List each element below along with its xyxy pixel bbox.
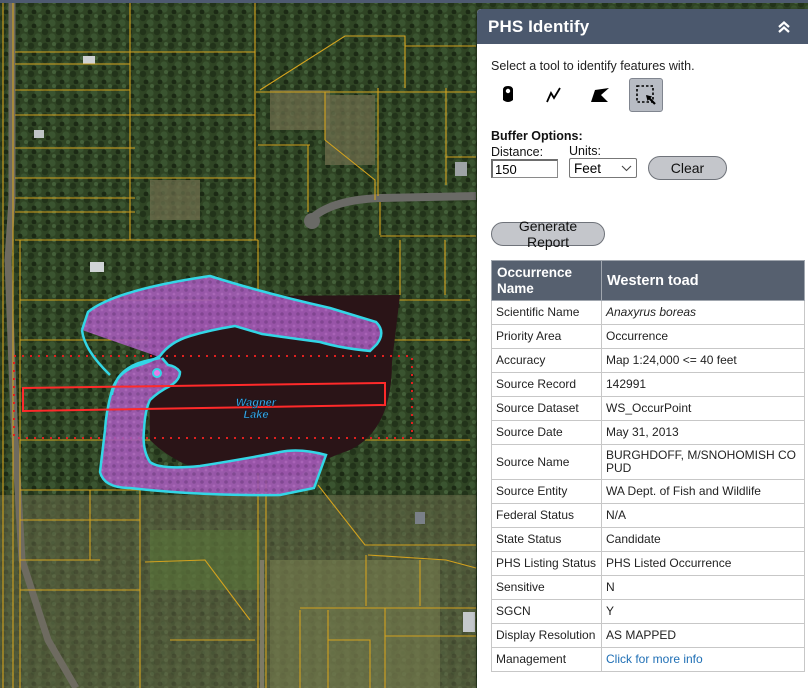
row-value: May 31, 2013 <box>601 420 805 445</box>
polyline-tool-button[interactable] <box>537 78 571 112</box>
table-row: Source Dataset WS_OccurPoint <box>491 396 805 421</box>
identify-tools <box>491 78 808 112</box>
row-value: WS_OccurPoint <box>601 396 805 421</box>
map-building <box>90 262 104 272</box>
rectangle-tool-button[interactable] <box>629 78 663 112</box>
panel-body: Select a tool to identify features with. <box>477 44 808 672</box>
row-label: Source Record <box>491 372 602 397</box>
map-cul-de-sac <box>304 213 320 229</box>
occurrence-point-marker[interactable] <box>152 368 162 378</box>
row-label: State Status <box>491 527 602 552</box>
rectangle-select-icon <box>636 85 656 105</box>
map-building <box>463 612 475 632</box>
table-row: Priority Area Occurrence <box>491 324 805 349</box>
row-label: Scientific Name <box>491 300 602 325</box>
row-value: WA Dept. of Fish and Wildlife <box>601 479 805 504</box>
table-row: Source Entity WA Dept. of Fish and Wildli… <box>491 479 805 504</box>
table-row: Management Click for more info <box>491 647 805 672</box>
row-label: PHS Listing Status <box>491 551 602 576</box>
panel-header: PHS Identify <box>477 9 808 44</box>
header-value: Western toad <box>601 260 805 301</box>
point-marker-icon <box>503 86 513 102</box>
units-selected-value: Feet <box>574 160 602 176</box>
panel-title: PHS Identify <box>488 16 590 36</box>
row-label: Management <box>491 647 602 672</box>
row-value: 142991 <box>601 372 805 397</box>
lake-label-line1: Wagner <box>236 397 277 409</box>
table-row: Accuracy Map 1:24,000 <= 40 feet <box>491 348 805 373</box>
table-row: Scientific Name Anaxyrus boreas <box>491 300 805 325</box>
polygon-icon <box>591 88 609 102</box>
distance-input[interactable] <box>491 159 558 178</box>
table-header-row: Occurrence Name Western toad <box>491 260 805 301</box>
table-row: Source Name BURGHDOFF, M/SNOHOMISH CO PUD <box>491 444 805 480</box>
more-info-link[interactable]: Click for more info <box>606 652 703 666</box>
row-label: Federal Status <box>491 503 602 528</box>
row-label: Accuracy <box>491 348 602 373</box>
distance-label: Distance: <box>491 145 544 159</box>
generate-report-button[interactable]: Generate Report <box>491 218 605 250</box>
table-row: Display Resolution AS MAPPED <box>491 623 805 648</box>
units-field: Units: Feet <box>569 144 637 178</box>
row-value: BURGHDOFF, M/SNOHOMISH CO PUD <box>601 444 805 480</box>
polygon-tool-button[interactable] <box>583 78 617 112</box>
units-select[interactable]: Feet <box>569 158 637 178</box>
row-value: Anaxyrus boreas <box>601 300 805 325</box>
row-value: Map 1:24,000 <= 40 feet <box>601 348 805 373</box>
row-label: Display Resolution <box>491 623 602 648</box>
occurrence-results-table: Occurrence Name Western toad Scientific … <box>491 260 805 672</box>
buffer-options: Distance: Units: Feet Clear <box>491 144 808 180</box>
row-value: Y <box>601 599 805 624</box>
map-clearing <box>325 95 375 165</box>
row-value: AS MAPPED <box>601 623 805 648</box>
table-row: Source Date May 31, 2013 <box>491 420 805 445</box>
row-label: Source Date <box>491 420 602 445</box>
row-value: Candidate <box>601 527 805 552</box>
row-label: Source Name <box>491 444 602 480</box>
table-row: State Status Candidate <box>491 527 805 552</box>
table-row: Source Record 142991 <box>491 372 805 397</box>
map-building <box>83 56 95 64</box>
row-value: Click for more info <box>601 647 805 672</box>
row-label: Priority Area <box>491 324 602 349</box>
row-value: PHS Listed Occurrence <box>601 551 805 576</box>
row-label: Sensitive <box>491 575 602 600</box>
map-clearing <box>270 90 330 130</box>
row-label: Source Entity <box>491 479 602 504</box>
collapse-button[interactable] <box>774 17 794 37</box>
row-value: Occurrence <box>601 324 805 349</box>
polyline-icon <box>546 87 561 103</box>
row-label: Source Dataset <box>491 396 602 421</box>
map-building <box>455 162 467 176</box>
lake-label-line2: Lake <box>243 409 268 421</box>
table-row: PHS Listing Status PHS Listed Occurrence <box>491 551 805 576</box>
row-value: N <box>601 575 805 600</box>
row-label: SGCN <box>491 599 602 624</box>
chevron-down-icon <box>621 165 632 171</box>
table-row: Sensitive N <box>491 575 805 600</box>
point-tool-button[interactable] <box>491 78 525 112</box>
clear-button[interactable]: Clear <box>648 156 727 180</box>
tool-instructions: Select a tool to identify features with. <box>491 59 695 73</box>
map-clearing <box>150 180 200 220</box>
table-row: Federal Status N/A <box>491 503 805 528</box>
double-chevron-up-icon <box>778 20 790 33</box>
buffer-options-title: Buffer Options: <box>491 129 583 143</box>
map-building <box>415 512 425 524</box>
header-label: Occurrence Name <box>491 260 602 301</box>
units-label: Units: <box>569 144 601 158</box>
map-top-bar <box>0 0 808 3</box>
table-row: SGCN Y <box>491 599 805 624</box>
distance-field: Distance: <box>491 145 558 178</box>
map-pasture <box>270 560 440 688</box>
map-building <box>34 130 44 138</box>
phs-identify-panel: PHS Identify Select a tool to identify f… <box>477 9 808 688</box>
row-value: N/A <box>601 503 805 528</box>
